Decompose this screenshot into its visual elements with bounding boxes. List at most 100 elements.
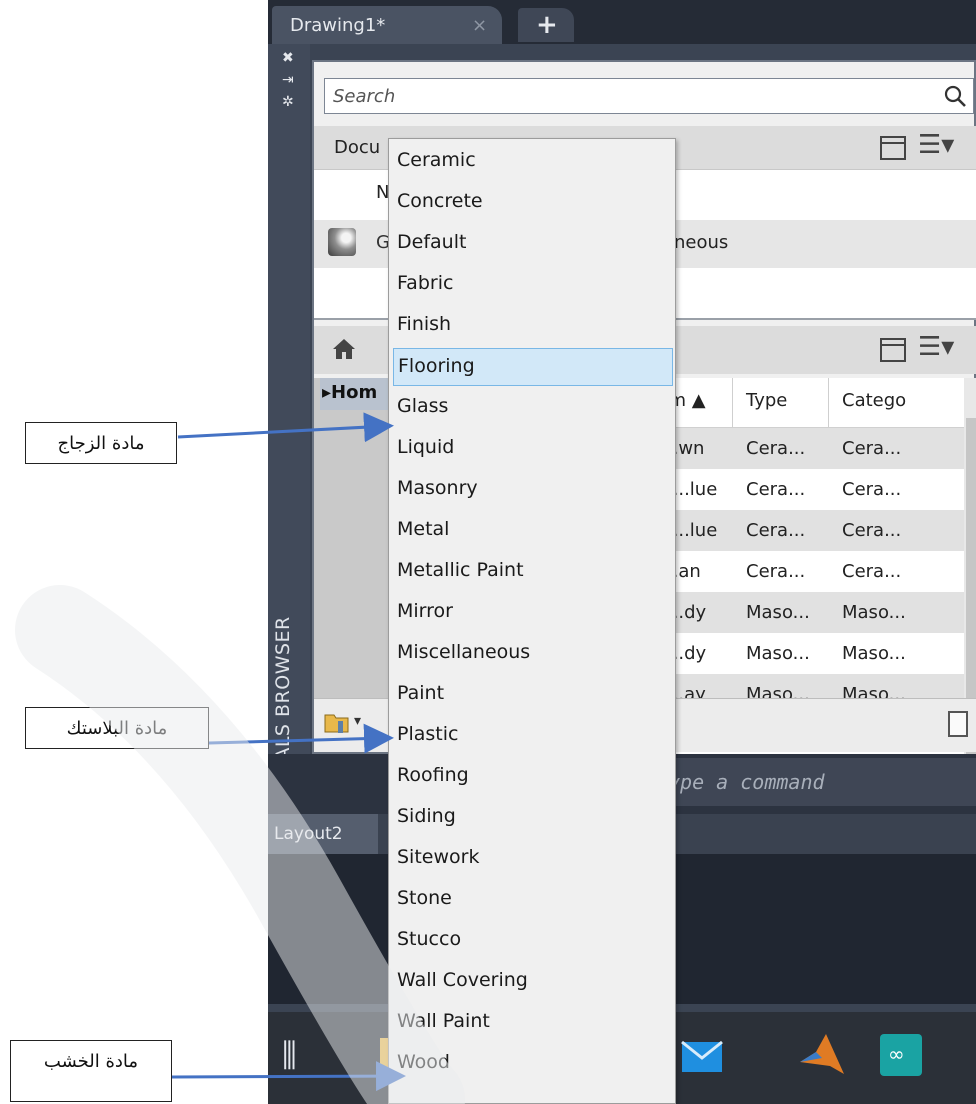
tab-layout2-label: Layout2 — [274, 824, 343, 844]
table-row[interactable]: 12...dyMaso...Maso... — [634, 592, 964, 633]
search-icon[interactable] — [943, 84, 967, 108]
dropdown-item-label: Miscellaneous — [397, 641, 531, 663]
dropdown-item-label: Mirror — [397, 600, 453, 622]
material-category-dropdown[interactable]: Ceramic Concrete Default Fabric Finish Floori… — [388, 138, 676, 1104]
dropdown-item-plastic[interactable]: Plastic — [393, 717, 673, 755]
callout-wood: مادة الخشب — [10, 1040, 172, 1102]
list-view-icon[interactable]: ☰▾ — [918, 130, 954, 160]
material-swatch-icon — [328, 228, 356, 256]
close-icon[interactable]: ✖ — [282, 50, 294, 66]
dropdown-item-label: Default — [397, 231, 467, 253]
plus-icon: + — [536, 10, 558, 40]
dropdown-item-label: Metal — [397, 518, 450, 540]
dropdown-item-wood[interactable]: Wood — [393, 1045, 673, 1083]
home-icon[interactable] — [332, 338, 356, 360]
dropdown-item-label: Metallic Paint — [397, 559, 524, 581]
dropdown-item-label: Stone — [397, 887, 452, 909]
dropdown-item-label: Concrete — [397, 190, 483, 212]
material-category: neous — [674, 232, 729, 253]
document-materials-label: Docu — [334, 137, 381, 158]
dropdown-item-liquid[interactable]: Liquid — [393, 430, 673, 468]
palette-title-strip[interactable]: ✖ ⇥ ✲ MATERIALS BROWSER ◢ — [268, 44, 310, 840]
cell-type: Cera... — [746, 520, 806, 541]
tree-item-home-label: ▸Hom — [322, 382, 378, 403]
document-tab-bar: Drawing1* × + — [268, 0, 976, 44]
dropdown-item-label: Wall Covering — [397, 969, 528, 991]
column-type[interactable]: Type — [746, 390, 787, 411]
dropdown-item-label: Sitework — [397, 846, 480, 868]
dropdown-item-ceramic[interactable]: Ceramic — [393, 143, 673, 181]
table-row[interactable]: 1.5...lue Cera... Cera... — [634, 469, 964, 510]
dropdown-item-default[interactable]: Default — [393, 225, 673, 263]
dropdown-item-wall-covering[interactable]: Wall Covering — [393, 963, 673, 1001]
dropdown-item-label: Plastic — [397, 723, 459, 745]
dropdown-item-masonry[interactable]: Masonry — [393, 471, 673, 509]
cell-type: Cera... — [746, 479, 806, 500]
cell-category: Cera... — [842, 479, 902, 500]
dropdown-item-finish[interactable]: Finish — [393, 307, 673, 345]
cell-category: Cera... — [842, 561, 902, 582]
dropdown-item-paint[interactable]: Paint — [393, 676, 673, 714]
dropdown-item-siding[interactable]: Siding — [393, 799, 673, 837]
dropdown-item-metal[interactable]: Metal — [393, 512, 673, 550]
column-category[interactable]: Catego — [842, 390, 906, 411]
properties-icon[interactable]: ✲ — [282, 94, 294, 110]
library-grid-header: Nam ▲ Type Catego — [634, 378, 976, 428]
callout-glass-text: مادة الزجاج — [57, 433, 145, 454]
close-tab-icon[interactable]: × — [472, 15, 487, 36]
arduino-icon[interactable]: ∞ — [880, 1034, 922, 1076]
command-prompt: ype a command — [668, 770, 825, 794]
dropdown-item-label: Paint — [397, 682, 445, 704]
auto-hide-icon[interactable]: ⇥ — [282, 72, 294, 88]
dropdown-item-label: Siding — [397, 805, 456, 827]
table-row[interactable]: 1....wnCera...Cera... — [634, 428, 964, 469]
column-divider — [732, 378, 733, 428]
tab-layout2[interactable]: Layout2 — [268, 814, 378, 854]
cell-type: Maso... — [746, 643, 810, 664]
dropdown-item-wall-paint[interactable]: Wall Paint — [393, 1004, 673, 1042]
dropdown-item-stucco[interactable]: Stucco — [393, 922, 673, 960]
callout-glass: مادة الزجاج — [25, 422, 177, 464]
dropdown-item-glass[interactable]: Glass — [393, 389, 673, 427]
callout-wood-text: مادة الخشب — [43, 1051, 139, 1072]
search-input[interactable]: Search — [324, 78, 974, 114]
table-row[interactable]: 1.5...lue Cera... Cera... — [634, 510, 964, 551]
dropdown-item-metallic-paint[interactable]: Metallic Paint — [393, 553, 673, 591]
cell-type: Maso... — [746, 602, 810, 623]
tab-drawing1[interactable]: Drawing1* × — [272, 6, 502, 44]
mail-icon[interactable] — [680, 1032, 724, 1078]
dropdown-item-label: Glass — [397, 395, 449, 417]
callout-plastic-text: مادة البلاستك — [66, 718, 168, 739]
dropdown-item-sitework[interactable]: Sitework — [393, 840, 673, 878]
screenshot-stage: Drawing1* × + ✖ ⇥ ✲ MATERIALS BROWSER ◢ … — [0, 0, 976, 1104]
dropdown-item-label: Roofing — [397, 764, 469, 786]
dropdown-item-stone[interactable]: Stone — [393, 881, 673, 919]
cell-category: Maso... — [842, 602, 906, 623]
dropdown-item-label: Liquid — [397, 436, 455, 458]
dropdown-item-roofing[interactable]: Roofing — [393, 758, 673, 796]
cell-category: Cera... — [842, 520, 902, 541]
library-list-view-icon[interactable]: ☰▾ — [918, 332, 954, 362]
view-type-icon[interactable] — [880, 136, 906, 160]
task-view-icon[interactable]: ⫼ — [282, 1036, 297, 1075]
dropdown-item-label: Flooring — [398, 355, 475, 377]
dropdown-item-concrete[interactable]: Concrete — [393, 184, 673, 222]
new-tab-button[interactable]: + — [518, 8, 574, 42]
table-row[interactable]: 12...dyMaso...Maso... — [634, 633, 964, 674]
material-editor-icon[interactable] — [948, 711, 968, 737]
dropdown-item-flooring[interactable]: Flooring — [393, 348, 673, 386]
manage-library-icon[interactable] — [324, 711, 352, 735]
matlab-icon[interactable] — [798, 1030, 846, 1078]
dropdown-item-miscellaneous[interactable]: Miscellaneous — [393, 635, 673, 673]
dropdown-item-mirror[interactable]: Mirror — [393, 594, 673, 632]
tab-drawing1-label: Drawing1* — [290, 15, 386, 36]
chevron-down-icon[interactable]: ▾ — [354, 713, 361, 729]
dropdown-item-label: Finish — [397, 313, 452, 335]
table-row[interactable]: 1....anCera...Cera... — [634, 551, 964, 592]
dropdown-item-fabric[interactable]: Fabric — [393, 266, 673, 304]
library-view-type-icon[interactable] — [880, 338, 906, 362]
dropdown-item-label: Fabric — [397, 272, 454, 294]
search-placeholder: Search — [333, 86, 396, 107]
cell-category: Cera... — [842, 438, 902, 459]
cell-type: Cera... — [746, 438, 806, 459]
